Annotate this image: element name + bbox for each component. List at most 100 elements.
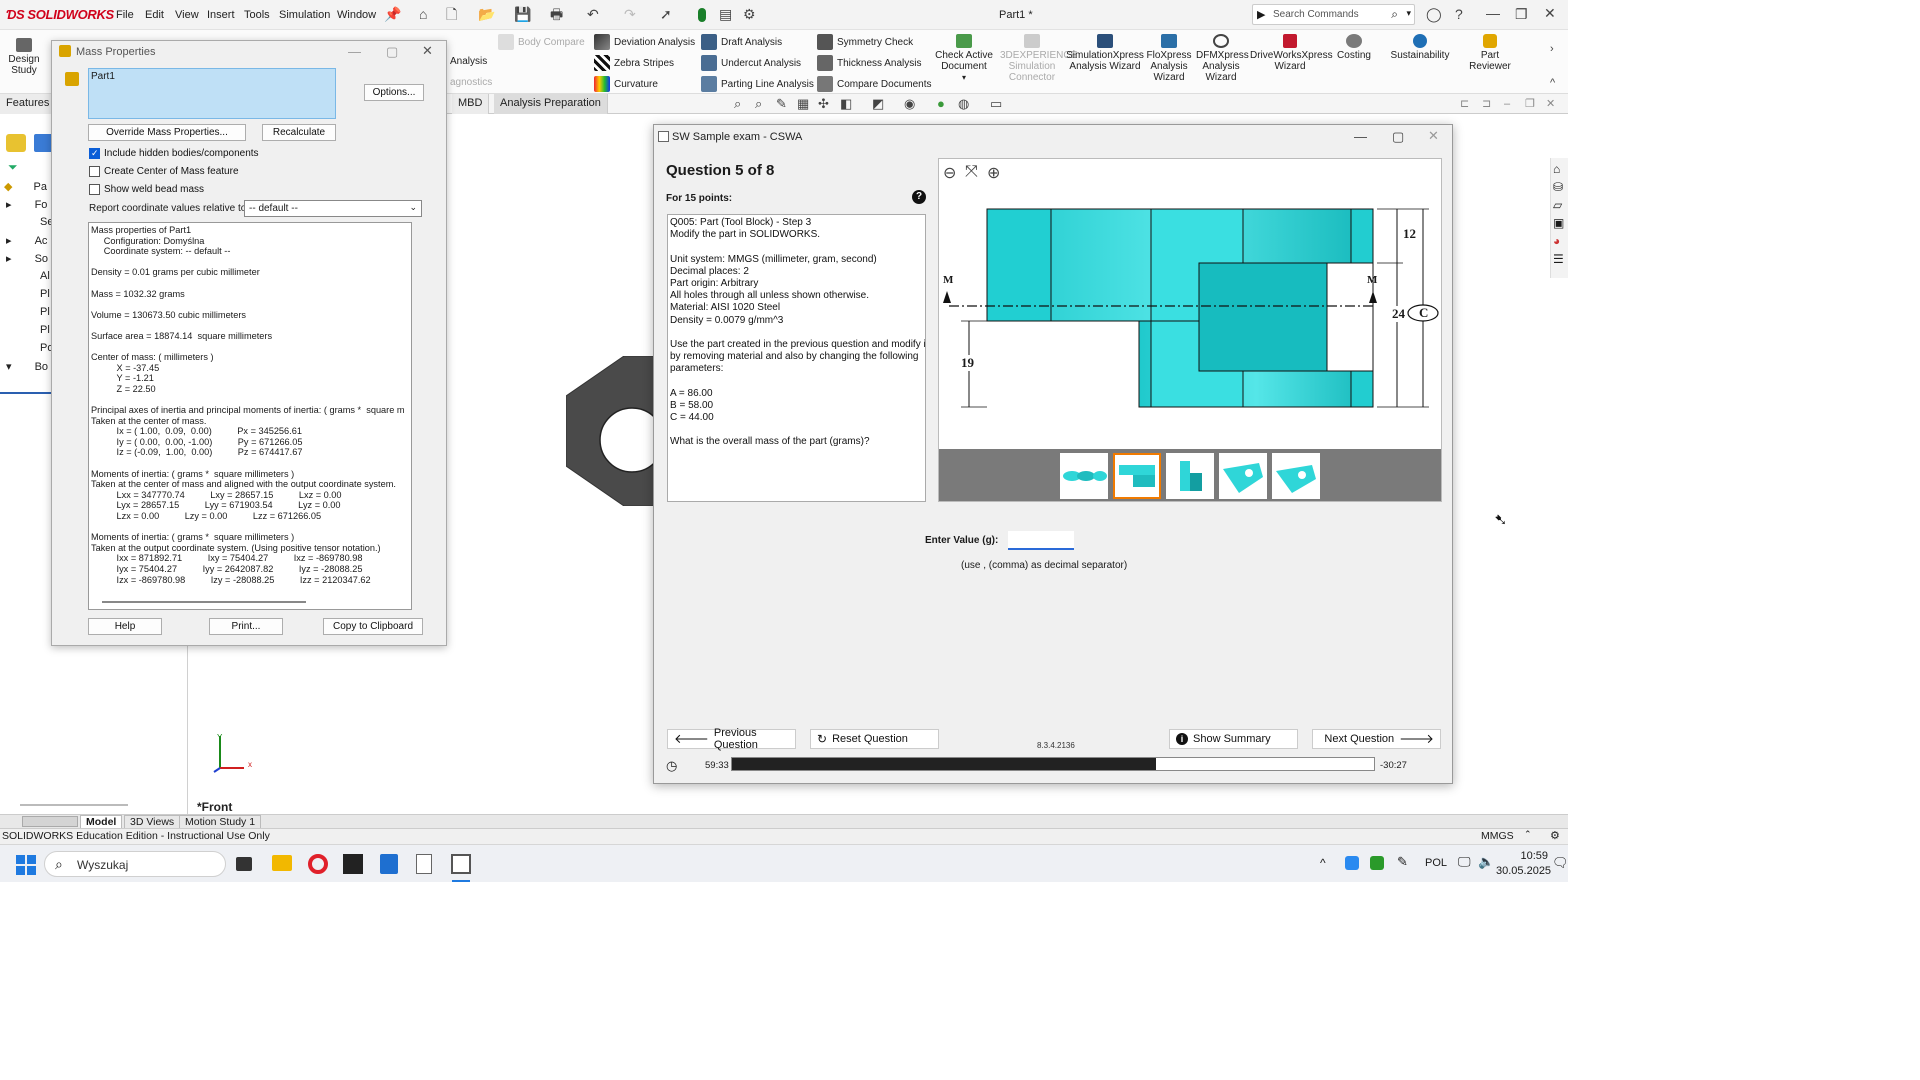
undercut-analysis-button[interactable]: Undercut Analysis [701,55,801,71]
zoom-area-icon[interactable]: ⌕ [755,97,762,111]
task-pane-library-icon[interactable]: ⛁ [1553,180,1566,194]
close-icon[interactable]: ✕ [1544,6,1556,20]
task-pane-home-icon[interactable]: ⌂ [1553,162,1566,176]
exam-app-taskbar-icon[interactable] [451,854,471,874]
ribbon-collapse-icon[interactable]: ^ [1550,76,1555,90]
selection-list[interactable]: Part1 [88,68,336,119]
answer-input[interactable] [1008,531,1074,550]
zoom-to-fit-icon[interactable]: ⌕ [734,97,741,111]
scene-icon[interactable]: ◍ [958,97,969,111]
print-icon[interactable]: 🖶 [550,7,563,21]
tab-scroll-buttons[interactable] [22,816,78,827]
viewport-minimize-icon[interactable]: – [1504,97,1510,111]
zebra-stripes-button[interactable]: Zebra Stripes [594,55,674,71]
copy-to-clipboard-button[interactable]: Copy to Clipboard [323,618,423,635]
tab-analysis-preparation[interactable]: Analysis Preparation [494,94,608,114]
menu-window[interactable]: Window [337,9,376,21]
show-weld-checkbox[interactable]: Show weld bead mass [89,184,204,195]
rollback-bar[interactable] [0,392,52,394]
parting-line-analysis-button[interactable]: Parting Line Analysis [701,76,814,92]
language-indicator[interactable]: POL [1425,857,1447,869]
menu-edit[interactable]: Edit [145,9,164,21]
redo-icon[interactable]: ↷ [624,7,636,21]
fit-view-icon[interactable]: ⤧ [965,163,978,181]
dialog-minimize-icon[interactable]: — [348,44,361,59]
hide-show-icon[interactable]: ◉ [904,97,915,111]
dynamic-annotation-icon[interactable]: ✣ [818,97,829,111]
recalculate-button[interactable]: Recalculate [262,124,336,141]
menu-view[interactable]: View [175,9,199,21]
rebuild-status-icon[interactable]: ⚙ [1550,829,1560,842]
next-question-button[interactable]: Next Question 🡒 [1312,729,1441,749]
create-com-checkbox[interactable]: Create Center of Mass feature [89,166,239,177]
simulationxpress-button[interactable]: SimulationXpress Analysis Wizard [1066,34,1144,72]
draft-analysis-button[interactable]: Draft Analysis [701,34,782,50]
tree-item-plane-2[interactable]: Pl [6,306,50,318]
task-pane-palette-icon[interactable]: ▣ [1553,216,1566,230]
units-chevron-icon[interactable]: ⌃ [1524,829,1532,840]
tree-root-part[interactable]: ◆ Pa [4,180,47,193]
select-arrow-icon[interactable]: ➚ [660,7,672,21]
viewport-close-icon[interactable]: ✕ [1546,97,1555,111]
mass-properties-results[interactable]: Mass properties of Part1 Configuration: … [88,222,412,610]
options-button[interactable]: Options... [364,84,424,101]
menu-file[interactable]: File [116,9,134,21]
user-account-icon[interactable]: ◯ [1426,7,1442,21]
tab-model[interactable]: Model [80,815,123,829]
home-icon[interactable]: ⌂ [419,7,427,21]
clock-date[interactable]: 30.05.2025 [1496,865,1551,877]
check-active-document-button[interactable]: Check Active Document ▾ [934,34,994,83]
zoom-out-icon[interactable]: ⊖ [943,163,956,183]
thumbnail-3[interactable] [1166,453,1214,499]
help-icon[interactable]: ? [1455,7,1463,21]
exam-close-icon[interactable]: ✕ [1428,128,1439,144]
minimize-icon[interactable]: — [1486,6,1500,20]
help-question-icon[interactable]: ? [912,190,926,204]
exam-minimize-icon[interactable]: — [1354,129,1367,144]
checkbox-unchecked[interactable] [89,166,100,177]
checkbox-unchecked[interactable] [89,184,100,195]
show-summary-button[interactable]: i Show Summary [1169,729,1298,749]
volume-icon[interactable]: 🔈 [1478,854,1494,870]
file-explorer-icon[interactable] [272,855,292,871]
previous-question-button[interactable]: 🡐 Previous Question [667,727,796,751]
tab-3d-views[interactable]: 3D Views [124,815,181,829]
diagnostics-button[interactable]: agnostics [450,77,492,88]
tree-item-plane-1[interactable]: Pl [6,288,50,300]
curvature-button[interactable]: Curvature [594,76,658,92]
pin-icon[interactable]: 📌 [384,7,401,21]
reset-question-button[interactable]: ↻ Reset Question [810,729,939,749]
search-commands-input[interactable]: ▶ Search Commands ⌕ ▾ [1252,4,1415,25]
zoom-in-icon[interactable]: ⊕ [987,163,1000,183]
tray-app-icon-1[interactable] [1345,856,1359,870]
feature-manager-tab-icon[interactable] [6,134,26,152]
compare-documents-button[interactable]: Compare Documents [817,76,931,92]
display-style-icon[interactable]: ◩ [872,97,884,111]
notifications-icon[interactable]: 🗨 [1552,855,1569,871]
deviation-analysis-button[interactable]: Deviation Analysis [594,34,695,50]
symmetry-check-button[interactable]: Symmetry Check [817,34,913,50]
chevron-down-icon[interactable]: ▾ [1406,8,1411,19]
tree-item-solid-bodies[interactable]: ▸ So [6,252,48,265]
driveworksxpress-button[interactable]: DriveWorksXpress Wizard [1250,34,1333,72]
undo-icon[interactable]: ↶ [587,7,599,21]
viewport-restore-icon[interactable]: ❐ [1525,97,1535,111]
tray-app-icon-2[interactable] [1370,856,1384,870]
part-reviewer-button[interactable]: Part Reviewer [1468,34,1512,72]
opera-browser-icon[interactable] [308,854,328,874]
dfmxpress-button[interactable]: DFMXpress Analysis Wizard [1196,34,1249,83]
filter-icon[interactable]: ⏷ [8,160,18,174]
restore-icon[interactable]: ❐ [1515,7,1528,21]
menu-insert[interactable]: Insert [207,9,235,21]
traffic-light-icon[interactable] [698,8,706,22]
task-view-icon[interactable] [236,857,252,871]
taskbar-search[interactable]: ⌕ Wyszukaj [44,851,226,877]
unit-system-status[interactable]: MMGS [1481,830,1514,842]
network-icon[interactable]: 🖵 [1458,854,1471,870]
coordinate-system-select[interactable]: -- default -- ⌄ [244,200,422,217]
save-icon[interactable]: 💾 [514,7,531,21]
menu-simulation[interactable]: Simulation [279,9,330,21]
tab-features[interactable]: Features [0,94,57,114]
clock-time[interactable]: 10:59 [1502,850,1548,862]
file-properties-icon[interactable]: ▤ [719,7,732,21]
